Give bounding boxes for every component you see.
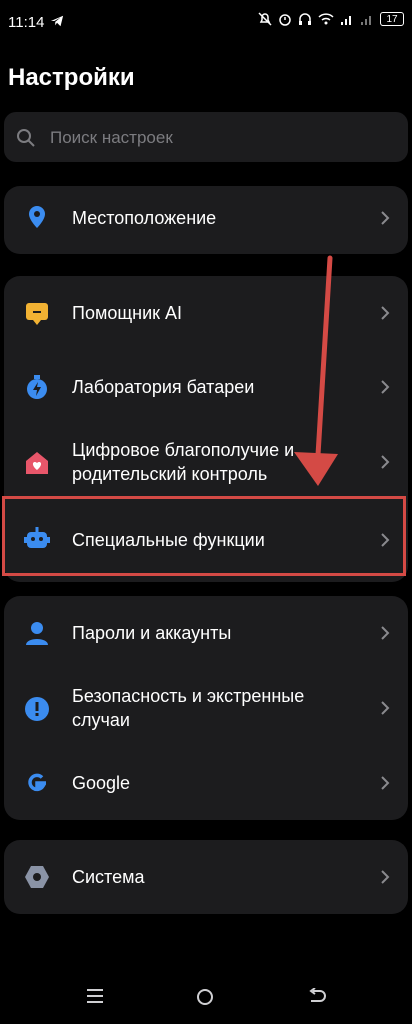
settings-item-assistant[interactable]: Помощник AI	[4, 276, 408, 350]
google-icon	[28, 773, 47, 792]
wellbeing-icon	[26, 452, 48, 474]
chevron-right-icon	[381, 380, 390, 394]
chevron-right-icon	[381, 870, 390, 884]
item-label: Помощник AI	[72, 303, 183, 323]
settings-card-location: Местоположение	[4, 186, 408, 254]
chevron-right-icon	[381, 701, 390, 715]
back-icon[interactable]	[308, 988, 326, 1004]
item-label: Пароли и аккаунты	[72, 623, 232, 643]
wifi-icon	[318, 13, 334, 25]
item-label: Безопасность и экстренные случаи	[72, 686, 305, 730]
safety-icon	[25, 697, 49, 721]
settings-item-system[interactable]: Система	[4, 840, 408, 914]
settings-item-wellbeing[interactable]: Цифровое благополучие и родительский кон…	[4, 424, 408, 500]
alarm-icon	[279, 14, 291, 26]
item-label: Цифровое благополучие и родительский кон…	[72, 440, 295, 484]
highlight-box	[2, 496, 406, 576]
status-time: 11:14	[8, 14, 45, 31]
settings-item-location[interactable]: Местоположение	[4, 186, 408, 254]
battery-level: 17	[386, 13, 398, 25]
search-icon	[17, 129, 35, 147]
headphones-icon	[299, 13, 311, 25]
chevron-right-icon	[381, 626, 390, 640]
battery-icon	[27, 375, 47, 399]
settings-item-passwords[interactable]: Пароли и аккаунты	[4, 596, 408, 670]
status-bar: 11:14 17	[0, 0, 412, 44]
page-title: Настройки	[8, 64, 135, 91]
system-icon	[25, 866, 49, 888]
item-label: Местоположение	[72, 208, 217, 228]
menu-icon[interactable]	[86, 988, 104, 1004]
mute-icon	[258, 12, 272, 26]
telegram-icon	[50, 15, 64, 27]
settings-card-accounts: Пароли и аккаунты Безопасность и экстрен…	[4, 596, 408, 820]
account-icon	[26, 622, 48, 645]
navigation-bar	[0, 970, 412, 1024]
signal-icon-2	[361, 16, 371, 25]
search-placeholder: Поиск настроек	[50, 128, 173, 147]
chevron-right-icon	[381, 455, 390, 469]
item-label: Система	[72, 867, 145, 887]
settings-item-google[interactable]: Google	[4, 746, 408, 820]
item-label: Google	[72, 773, 131, 793]
chevron-right-icon	[381, 211, 390, 225]
assistant-icon	[26, 303, 48, 325]
search-input[interactable]: Поиск настроек	[4, 112, 408, 162]
settings-item-battery-lab[interactable]: Лаборатория батареи	[4, 350, 408, 424]
settings-item-safety[interactable]: Безопасность и экстренные случаи	[4, 670, 408, 746]
battery-indicator: 17	[380, 12, 404, 26]
chevron-right-icon	[381, 776, 390, 790]
status-icons: 17	[258, 12, 404, 26]
settings-card-system: Система	[4, 840, 408, 914]
item-label: Лаборатория батареи	[72, 377, 255, 397]
chevron-right-icon	[381, 306, 390, 320]
signal-icon	[341, 16, 351, 25]
home-icon[interactable]	[196, 988, 214, 1006]
location-icon	[29, 206, 45, 228]
